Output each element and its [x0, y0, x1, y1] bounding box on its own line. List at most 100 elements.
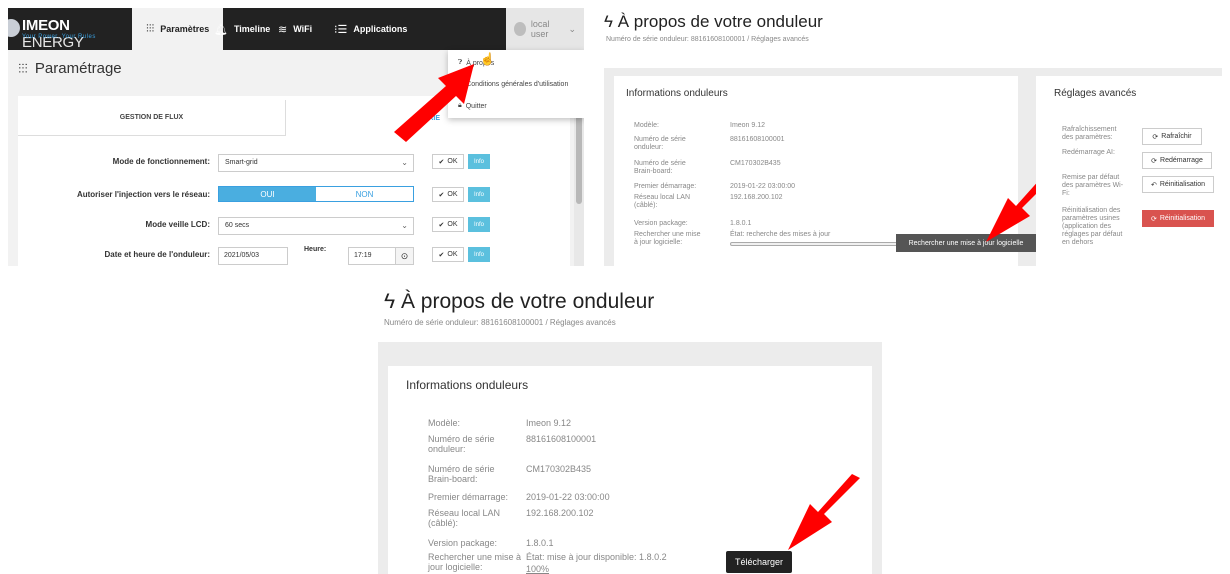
time-input-value: 17:19: [354, 252, 372, 259]
red-arrow-icon: [394, 64, 474, 142]
page-title-text: Paramétrage: [34, 60, 122, 77]
update-status: État: recherche des mises à jour: [730, 231, 831, 238]
value-premier: 2019-01-22 03:00:00: [526, 492, 610, 502]
update-progress-text: 100%: [526, 564, 550, 574]
injection-toggle[interactable]: OUI NON: [218, 186, 414, 202]
toggle-oui-label: OUI: [260, 189, 275, 199]
apps-icon: ⁝☰: [334, 23, 348, 36]
label-premier: Premier démarrage:: [428, 492, 509, 502]
reinitialisation-usine-button-label: Réinitialisation: [1159, 215, 1205, 222]
chevron-down-icon: ⌄: [401, 221, 408, 230]
label-reinit-usine: Réinitialisation des paramètres usines (…: [1062, 207, 1123, 247]
reinitialisation-wifi-button-label: Réinitialisation: [1159, 181, 1205, 188]
mode-select-value: Smart-grid: [225, 159, 258, 166]
toggle-oui[interactable]: OUI: [219, 187, 316, 201]
row-veille-lcd: Mode veille LCD: 60 secs ⌄ ✔ OK Info: [18, 214, 570, 240]
value-version: 1.8.0.1: [526, 538, 554, 548]
value-premier: 2019-01-22 03:00:00: [730, 183, 795, 190]
info-button[interactable]: Info: [468, 247, 490, 262]
refresh-icon: ⟳: [1152, 133, 1159, 141]
toggle-non-label: NON: [355, 189, 374, 199]
ok-label: OK: [447, 251, 458, 258]
reinitialisation-wifi-button[interactable]: ↶ Réinitialisation: [1142, 176, 1214, 193]
value-brain: CM170302B435: [730, 160, 781, 167]
nav-tab-applications-label: Applications: [353, 24, 408, 34]
ok-label: OK: [447, 221, 458, 228]
info-button[interactable]: Info: [468, 154, 490, 169]
nav-tab-parametres[interactable]: ⫶⫶⫶ Paramètres: [132, 8, 224, 50]
telecharger-button[interactable]: Télécharger: [726, 551, 792, 573]
check-icon: ✔: [438, 191, 445, 199]
value-lan: 192.168.200.102: [730, 194, 783, 201]
date-input-value: 2021/05/03: [224, 252, 260, 259]
ok-button[interactable]: ✔ OK: [432, 217, 464, 232]
rafraichir-button-label: Rafraîchir: [1161, 133, 1192, 140]
label-premier: Premier démarrage:: [634, 183, 697, 190]
user-name: local user: [530, 19, 550, 39]
page-title-text: À propos de votre onduleur: [617, 12, 823, 31]
info-button[interactable]: Info: [468, 217, 490, 232]
label-remise: Remise par défaut des paramètres Wi-Fi:: [1062, 174, 1124, 198]
update-status: État: mise à jour disponible: 1.8.0.2: [526, 552, 667, 562]
about-screenshot-available: ϟ À propos de votre onduleur Numéro de s…: [378, 288, 882, 574]
date-input[interactable]: 2021/05/03: [218, 247, 288, 265]
sliders-icon: ⫶⫶⫶: [18, 61, 28, 76]
bell-icon: 🔔︎: [214, 23, 228, 36]
nav-tab-wifi-label: WiFi: [293, 24, 313, 34]
imeon-logo[interactable]: IMEON ENERGY Your Power. Your Rules: [8, 14, 126, 51]
tab-gestion-de-flux[interactable]: GESTION DE FLUX: [18, 100, 286, 136]
page-subtitle: Numéro de série onduleur: 88161608100001…: [384, 318, 616, 327]
veille-select-value: 60 secs: [225, 222, 250, 229]
label-brain: Numéro de série Brain-board:: [428, 464, 495, 485]
wifi-icon: ≋: [278, 23, 288, 36]
logo-mark: [8, 19, 20, 37]
label-lan: Réseau local LAN (câblé):: [634, 194, 691, 210]
row-date-heure: Date et heure de l'onduleur: 2021/05/03 …: [18, 244, 570, 266]
ok-label: OK: [447, 158, 458, 165]
nav-tab-timeline[interactable]: 🔔︎ Timeline: [214, 8, 270, 50]
clock-icon[interactable]: ⊙: [395, 248, 413, 264]
refresh-icon: ⟳: [1150, 215, 1157, 223]
toggle-non[interactable]: NON: [316, 187, 413, 201]
veille-select[interactable]: 60 secs ⌄: [218, 217, 414, 235]
ok-button[interactable]: ✔ OK: [432, 187, 464, 202]
undo-icon: ↶: [1150, 181, 1157, 189]
mode-select[interactable]: Smart-grid ⌄: [218, 154, 414, 172]
nav-tab-wifi[interactable]: ≋ WiFi: [278, 8, 312, 50]
mode-label: Mode de fonctionnement:: [112, 157, 210, 166]
page-title: ϟ À propos de votre onduleur: [384, 290, 654, 314]
ok-button[interactable]: ✔ OK: [432, 247, 464, 262]
value-modele: Imeon 9.12: [526, 418, 572, 428]
label-recherche: Rechercher une mise à jour logicielle:: [634, 231, 701, 247]
chevron-down-icon: ⌄: [568, 23, 576, 34]
value-modele: Imeon 9.12: [730, 122, 766, 129]
value-lan: 192.168.200.102: [526, 508, 594, 518]
page-subtitle: Numéro de série onduleur: 88161608100001…: [606, 36, 809, 43]
tab-gestion-de-flux-label: GESTION DE FLUX: [119, 114, 184, 121]
label-lan: Réseau local LAN (câblé):: [428, 508, 501, 529]
page-title: ϟ À propos de votre onduleur: [604, 12, 823, 32]
page-title: ⫶⫶⫶ Paramétrage: [18, 60, 122, 77]
refresh-icon: ⟳: [1151, 157, 1158, 165]
time-input[interactable]: 17:19 ⊙: [348, 247, 414, 265]
menu-item-cgu-label: Conditions générales d'utilisation: [466, 80, 569, 88]
date-label: Date et heure de l'onduleur:: [104, 250, 210, 259]
red-arrow-icon: [788, 474, 860, 550]
label-version: Version package:: [634, 220, 688, 227]
heure-label: Heure:: [304, 246, 327, 253]
reinitialisation-usine-button[interactable]: ⟳ Réinitialisation: [1142, 210, 1214, 227]
ok-button[interactable]: ✔ OK: [432, 154, 464, 169]
info-label: Info: [473, 158, 484, 165]
redemarrage-button[interactable]: ⟳ Redémarrage: [1142, 152, 1212, 169]
avatar: [514, 22, 526, 36]
label-redemarrage: Redémarrage AI:: [1062, 149, 1115, 156]
info-button[interactable]: Info: [468, 187, 490, 202]
user-menu[interactable]: local user ⌄: [506, 8, 584, 50]
rafraichir-button[interactable]: ⟳ Rafraîchir: [1142, 128, 1202, 145]
check-icon: ✔: [438, 158, 445, 166]
nav-tab-applications[interactable]: ⁝☰ Applications: [334, 8, 407, 50]
row-injection: Autoriser l'injection vers le réseau: OU…: [18, 184, 570, 210]
logo-tagline: Your Power. Your Rules: [22, 34, 96, 40]
logo-brand-bold: IMEON: [22, 17, 70, 34]
veille-label: Mode veille LCD:: [145, 220, 210, 229]
